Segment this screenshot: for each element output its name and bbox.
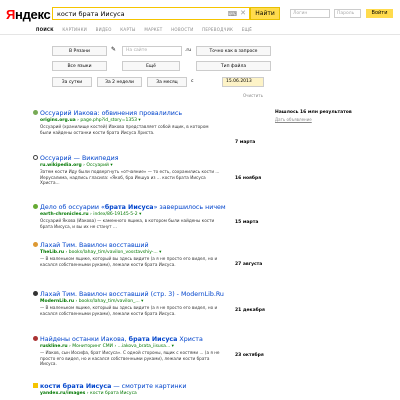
month-button[interactable]: За месяц	[147, 77, 187, 87]
favicon-icon	[33, 204, 38, 209]
keyboard-icon[interactable]: ⌨	[228, 10, 237, 18]
tab-maps[interactable]: КАРТЫ	[120, 27, 135, 32]
file-type-select[interactable]: Тип файла	[196, 61, 271, 71]
result-url[interactable]: yandex.ru/images › кости брата Иисуса	[40, 391, 270, 396]
result-url[interactable]: earth-chronicles.ru › index/86-19145-5-2…	[40, 212, 270, 217]
edit-icon[interactable]: ✎	[111, 46, 116, 53]
divider	[0, 34, 400, 35]
result-title[interactable]: Лахай Тим. Вавилон восставший (стр. 3) -…	[40, 291, 270, 298]
results-count: Нашлось 16 млн результатов	[275, 110, 352, 115]
day-button[interactable]: За сутки	[52, 77, 92, 87]
result-url[interactable]: ru.wikipedia.org › Оссуарий ▾	[40, 163, 270, 168]
favicon-icon	[33, 242, 38, 247]
result-date: 21 декабря	[235, 308, 265, 313]
tab-news[interactable]: НОВОСТИ	[171, 27, 193, 32]
result-snippet: Оссуарий Якова (Иакова) — каменного ящик…	[40, 218, 215, 229]
result-url[interactable]: TheLib.ru › books/lahay_tim/vavilon_voss…	[40, 250, 270, 255]
search-result: Дело об оссуарии «брата Иисуса» завершил…	[33, 204, 270, 229]
tab-search[interactable]: ПОИСК	[36, 27, 54, 32]
result-date: 15 марта	[235, 220, 259, 225]
language-select[interactable]: Все языки	[52, 61, 107, 71]
exact-match-button[interactable]: Точно как в запросе	[196, 46, 271, 56]
result-title[interactable]: Лахай Тим. Вавилон восставший	[40, 242, 270, 249]
result-title[interactable]: Найдены останки Иакова, брата Иисуса Хри…	[40, 336, 270, 343]
site-field[interactable]: На сайте	[122, 46, 182, 56]
search-input[interactable]: кости брата Иисуса ⌨ ✕	[52, 7, 250, 20]
result-url[interactable]: origins.org.ua › page.php?id_story=1353 …	[40, 118, 270, 123]
yandex-logo[interactable]: Яндекс	[6, 7, 51, 22]
enter-button[interactable]: Войти	[366, 9, 393, 18]
more-select[interactable]: Ещё	[122, 61, 180, 71]
result-snippet: — Иаков, сын Иосифа, брат Иисуса». С одн…	[40, 350, 220, 367]
wikipedia-icon	[33, 155, 38, 160]
tab-market[interactable]: МАРКЕТ	[144, 27, 162, 32]
tab-more[interactable]: ЕЩЁ	[242, 27, 252, 32]
login-field[interactable]: Логин	[290, 9, 330, 18]
find-button[interactable]: Найти	[250, 7, 280, 20]
search-result: кости брата Иисуса — смотрите картинки y…	[33, 383, 270, 396]
result-title[interactable]: Оссуарий — Википедия	[40, 155, 270, 162]
password-field[interactable]: Пароль	[334, 9, 361, 18]
result-snippet: Затем кости Иду были подвергнуть «отчаян…	[40, 169, 220, 186]
favicon-icon	[33, 110, 38, 115]
tab-video[interactable]: ВИДЕО	[96, 27, 112, 32]
search-result: Лахай Тим. Вавилон восставший TheLib.ru …	[33, 242, 270, 267]
favicon-icon	[33, 291, 38, 296]
result-title[interactable]: Дело об оссуарии «брата Иисуса» завершил…	[40, 204, 270, 211]
search-result: Лахай Тим. Вавилон восставший (стр. 3) -…	[33, 291, 270, 316]
domain-suffix: .ru	[185, 48, 192, 53]
search-result: Найдены останки Иакова, брата Иисуса Хри…	[33, 336, 270, 367]
region-button[interactable]: В Рязани	[52, 46, 107, 56]
reset-link[interactable]: Очистить	[243, 93, 263, 98]
result-date: 27 августа	[235, 262, 263, 267]
result-date: 16 ноября	[235, 176, 262, 181]
close-icon[interactable]: ✕	[240, 9, 246, 17]
result-url[interactable]: ModernLib.ru › books/lahay_tim/vavilon_.…	[40, 299, 270, 304]
result-url[interactable]: ruskline.ru › Мониторинг СМИ › ...iakova…	[40, 344, 270, 349]
result-snippet: — В маленьком ящике, который вы здесь ви…	[40, 256, 218, 267]
search-result: Оссуарий — Википедия ru.wikipedia.org › …	[33, 155, 270, 186]
search-result: Оссуарий Иакова: обвинения провалились o…	[33, 110, 270, 145]
nav-tabs: ПОИСК КАРТИНКИ ВИДЕО КАРТЫ МАРКЕТ НОВОСТ…	[36, 27, 259, 32]
date-field[interactable]: 15.06.2013	[222, 77, 264, 87]
search-query-text: кости брата Иисуса	[57, 10, 125, 18]
tab-images[interactable]: КАРТИНКИ	[62, 27, 87, 32]
date-from-label: с	[191, 79, 194, 84]
result-date: 7 марта	[235, 140, 256, 145]
favicon-icon	[33, 336, 38, 341]
result-title[interactable]: кости брата Иисуса — смотрите картинки	[40, 383, 270, 390]
ad-link[interactable]: Дать объявление	[275, 117, 312, 122]
two-weeks-button[interactable]: За 2 недели	[97, 77, 142, 87]
result-snippet: Оссуарий (хранилище костей) Иакова предс…	[40, 124, 209, 135]
tab-translator[interactable]: ПЕРЕВОДЧИК	[202, 27, 233, 32]
result-date: 23 октября	[235, 353, 264, 358]
result-snippet: — В маленьком ящике, который вы здесь ви…	[40, 305, 218, 316]
result-title[interactable]: Оссуарий Иакова: обвинения провалились	[40, 110, 270, 117]
images-icon	[33, 383, 38, 388]
